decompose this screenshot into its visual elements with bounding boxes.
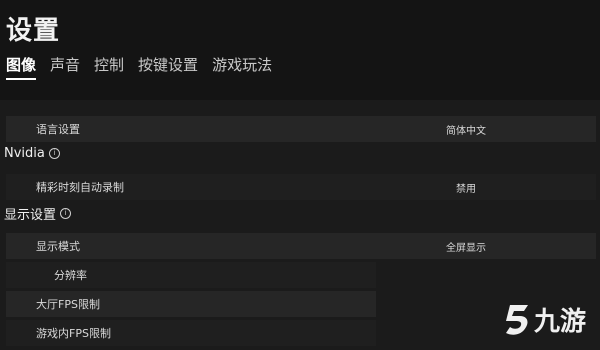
nvidia-section-header: Nvidia i (4, 146, 60, 161)
jiuyou-logo-icon (505, 304, 528, 335)
tab-sound[interactable]: 声音 (50, 54, 80, 80)
display-mode-setting-row[interactable]: 显示模式 全屏显示 (6, 233, 596, 259)
language-value[interactable]: 简体中文 (446, 122, 486, 137)
language-label: 语言设置 (36, 123, 80, 136)
tab-bar: 图像 声音 控制 按键设置 游戏玩法 (6, 54, 286, 80)
display-section-title: 显示设置 (4, 208, 57, 223)
info-icon[interactable]: i (48, 148, 60, 159)
ingame-fps-label: 游戏内FPS限制 (36, 327, 111, 340)
resolution-label: 分辨率 (54, 269, 87, 282)
tab-graphics[interactable]: 图像 (6, 54, 37, 80)
tab-gameplay[interactable]: 游戏玩法 (212, 54, 272, 80)
nvidia-section-title: Nvidia (4, 146, 45, 161)
watermark-text: 九游 (533, 307, 586, 337)
tab-controls[interactable]: 控制 (94, 54, 124, 80)
jiuyou-watermark: 九游 (502, 301, 586, 338)
ingame-fps-setting-row[interactable]: 游戏内FPS限制 (6, 320, 376, 346)
language-setting-row[interactable]: 语言设置 简体中文 (6, 116, 596, 142)
display-section-header: 显示设置 i (4, 204, 72, 223)
display-mode-label: 显示模式 (36, 240, 80, 253)
page-title: 设置 (6, 16, 61, 46)
display-mode-value[interactable]: 全屏显示 (446, 239, 486, 254)
tab-keybindings[interactable]: 按键设置 (138, 54, 198, 80)
highlights-value[interactable]: 禁用 (456, 180, 476, 195)
highlights-label: 精彩时刻自动录制 (36, 181, 124, 194)
lobby-fps-label: 大厅FPS限制 (36, 298, 100, 311)
info-icon[interactable]: i (60, 208, 72, 219)
resolution-setting-row[interactable]: 分辨率 (6, 262, 376, 288)
highlights-setting-row[interactable]: 精彩时刻自动录制 禁用 (6, 174, 596, 200)
lobby-fps-setting-row[interactable]: 大厅FPS限制 (6, 291, 376, 317)
